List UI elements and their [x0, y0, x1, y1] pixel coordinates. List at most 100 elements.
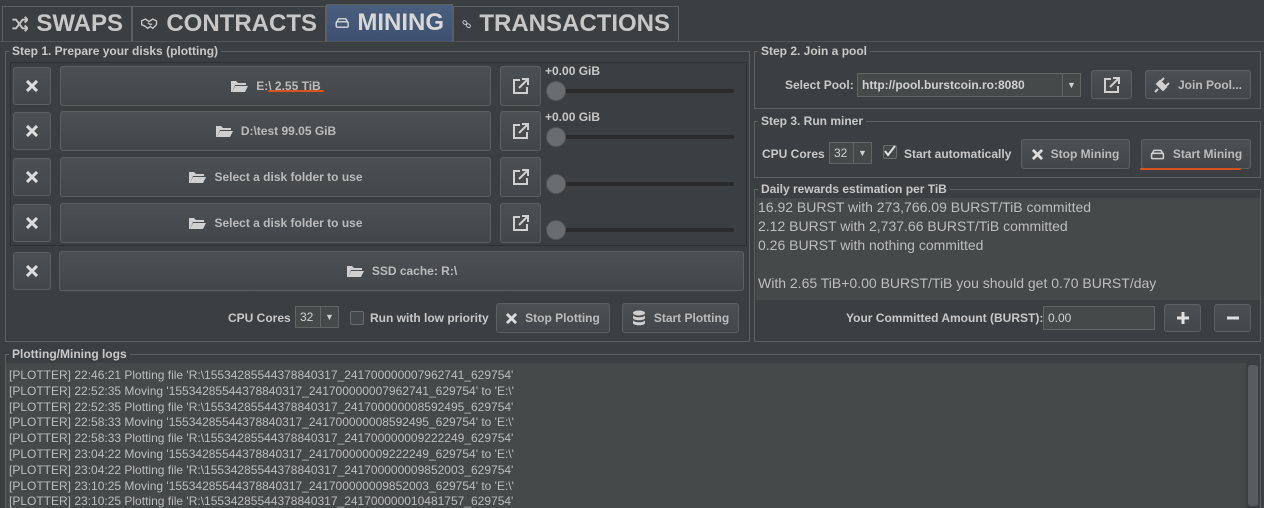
open-folder-button[interactable] — [500, 66, 541, 106]
chevron-down-icon: ▼ — [320, 307, 338, 327]
disk-folder-button[interactable]: E:\ 2.55 TiB — [60, 66, 491, 106]
pool-select[interactable]: http://pool.burstcoin.ro:8080 ▼ — [857, 73, 1081, 97]
size-slider[interactable] — [548, 89, 734, 93]
hard-drive-icon — [1150, 149, 1165, 159]
tab-mining-label: MINING — [357, 9, 444, 36]
select-pool-label: Select Pool: — [785, 78, 854, 92]
database-icon — [632, 310, 645, 326]
chevron-down-icon: ▼ — [1062, 74, 1080, 96]
step3-title: Step 3. Run miner — [758, 114, 867, 128]
log-line: [PLOTTER] 23:04:22 Moving '1553428554437… — [9, 446, 514, 461]
logs-scrollbar[interactable] — [1246, 363, 1260, 508]
external-link-icon — [512, 78, 529, 94]
open-folder-button[interactable] — [500, 157, 541, 197]
close-icon — [1031, 148, 1043, 160]
log-list: [PLOTTER] 22:46:21 Plotting file 'R:\155… — [6, 368, 1246, 508]
slider-knob[interactable] — [546, 174, 566, 194]
low-priority-checkbox[interactable] — [350, 311, 364, 325]
committed-amount-input[interactable]: 0.00 — [1043, 306, 1155, 330]
stop-plotting-button[interactable]: Stop Plotting — [496, 303, 610, 333]
pool-value: http://pool.burstcoin.ro:8080 — [862, 78, 1025, 92]
tab-transactions[interactable]: TRANSACTIONS — [453, 6, 679, 41]
size-slider[interactable] — [548, 135, 734, 139]
close-icon — [26, 217, 38, 229]
hard-drive-icon — [335, 18, 349, 28]
folder-open-icon — [231, 81, 249, 92]
disk-folder-button[interactable]: Select a disk folder to use — [60, 157, 491, 197]
miner-cpu-cores-label: CPU Cores — [762, 147, 825, 161]
slider-knob[interactable] — [546, 127, 566, 147]
join-pool-button[interactable]: Join Pool... — [1145, 70, 1251, 99]
remove-disk-button[interactable] — [13, 158, 51, 196]
logs-area[interactable]: [PLOTTER] 22:46:21 Plotting file 'R:\155… — [6, 363, 1246, 508]
open-pool-button[interactable] — [1091, 70, 1132, 99]
add-commitment-button[interactable] — [1164, 304, 1201, 332]
close-icon — [26, 125, 38, 137]
remove-ssd-cache-button[interactable] — [13, 252, 51, 290]
logs-title: Plotting/Mining logs — [9, 347, 130, 361]
cpu-cores-value: 32 — [300, 310, 314, 324]
minus-icon — [1226, 316, 1239, 320]
open-folder-button[interactable] — [500, 111, 541, 151]
log-line: [PLOTTER] 22:52:35 Plotting file 'R:\155… — [9, 399, 514, 414]
log-line: [PLOTTER] 22:46:21 Plotting file 'R:\155… — [9, 368, 514, 382]
remove-disk-button[interactable] — [13, 204, 51, 242]
stop-mining-button[interactable]: Stop Mining — [1021, 139, 1130, 169]
rewards-line: 0.26 BURST with nothing committed — [758, 237, 984, 253]
handshake-icon — [141, 18, 158, 30]
remove-disk-button[interactable] — [13, 112, 51, 150]
slider-knob[interactable] — [546, 81, 566, 101]
plus-icon — [1176, 312, 1189, 324]
remove-disk-button[interactable] — [13, 67, 51, 105]
ssd-cache-label: SSD cache: R:\ — [371, 264, 458, 278]
plot-cpu-cores-select[interactable]: 32 ▼ — [295, 306, 339, 328]
start-auto-label: Start automatically — [904, 147, 1012, 161]
disk-folder-button[interactable]: Select a disk folder to use — [60, 203, 491, 243]
low-priority-label: Run with low priority — [370, 311, 489, 325]
slider-knob[interactable] — [546, 220, 566, 240]
close-icon — [26, 265, 38, 277]
disk-folder-button[interactable]: D:\test 99.05 GiB — [60, 111, 491, 151]
tab-mining[interactable]: MINING — [326, 4, 453, 41]
tab-bar: SWAPS CONTRACTS MINING TRANSACTIONS — [0, 0, 1264, 42]
start-mining-button[interactable]: Start Mining — [1141, 139, 1251, 169]
stop-mining-label: Stop Mining — [1050, 147, 1120, 161]
rewards-line: 16.92 BURST with 273,766.09 BURST/TiB co… — [758, 199, 1092, 215]
close-icon — [26, 171, 38, 183]
external-link-icon — [512, 215, 529, 231]
log-line: [PLOTTER] 22:52:35 Moving '1553428554437… — [9, 383, 514, 398]
plug-icon — [1154, 76, 1170, 93]
tab-swaps-label: SWAPS — [36, 10, 123, 37]
size-slider[interactable] — [548, 228, 734, 232]
miner-cpu-cores-select[interactable]: 32 ▼ — [829, 142, 872, 164]
link-icon — [462, 20, 471, 29]
miner-cpu-cores-value: 32 — [834, 146, 848, 160]
external-link-icon — [1103, 76, 1120, 93]
disk-label: Select a disk folder to use — [214, 216, 363, 230]
slider-value: +0.00 GiB — [545, 110, 601, 124]
start-plotting-button[interactable]: Start Plotting — [622, 303, 739, 333]
log-line: [PLOTTER] 23:10:25 Plotting file 'R:\155… — [9, 494, 514, 508]
rewards-text: 16.92 BURST with 273,766.09 BURST/TiB co… — [756, 198, 1260, 300]
scrollbar-thumb[interactable] — [1248, 365, 1258, 506]
join-pool-label: Join Pool... — [1177, 77, 1242, 92]
open-folder-button[interactable] — [500, 203, 541, 243]
tab-contracts[interactable]: CONTRACTS — [132, 6, 326, 41]
tab-swaps[interactable]: SWAPS — [2, 6, 132, 41]
step2-title: Step 2. Join a pool — [758, 44, 871, 58]
stop-plotting-label: Stop Plotting — [525, 311, 600, 325]
remove-commitment-button[interactable] — [1214, 304, 1251, 332]
start-mining-label: Start Mining — [1172, 147, 1243, 161]
ssd-cache-button[interactable]: SSD cache: R:\ — [59, 251, 744, 291]
folder-open-icon — [215, 126, 233, 137]
annotation-underline — [1140, 168, 1241, 170]
disk-label: Select a disk folder to use — [214, 170, 363, 184]
start-auto-checkbox[interactable] — [883, 145, 897, 159]
checkmark-icon — [884, 145, 896, 157]
tab-transactions-label: TRANSACTIONS — [479, 10, 670, 37]
log-line: [PLOTTER] 23:04:22 Plotting file 'R:\155… — [9, 462, 514, 477]
size-slider[interactable] — [548, 182, 734, 186]
start-plotting-label: Start Plotting — [653, 311, 730, 325]
rewards-title: Daily rewards estimation per TiB — [758, 182, 950, 196]
external-link-icon — [512, 169, 529, 185]
